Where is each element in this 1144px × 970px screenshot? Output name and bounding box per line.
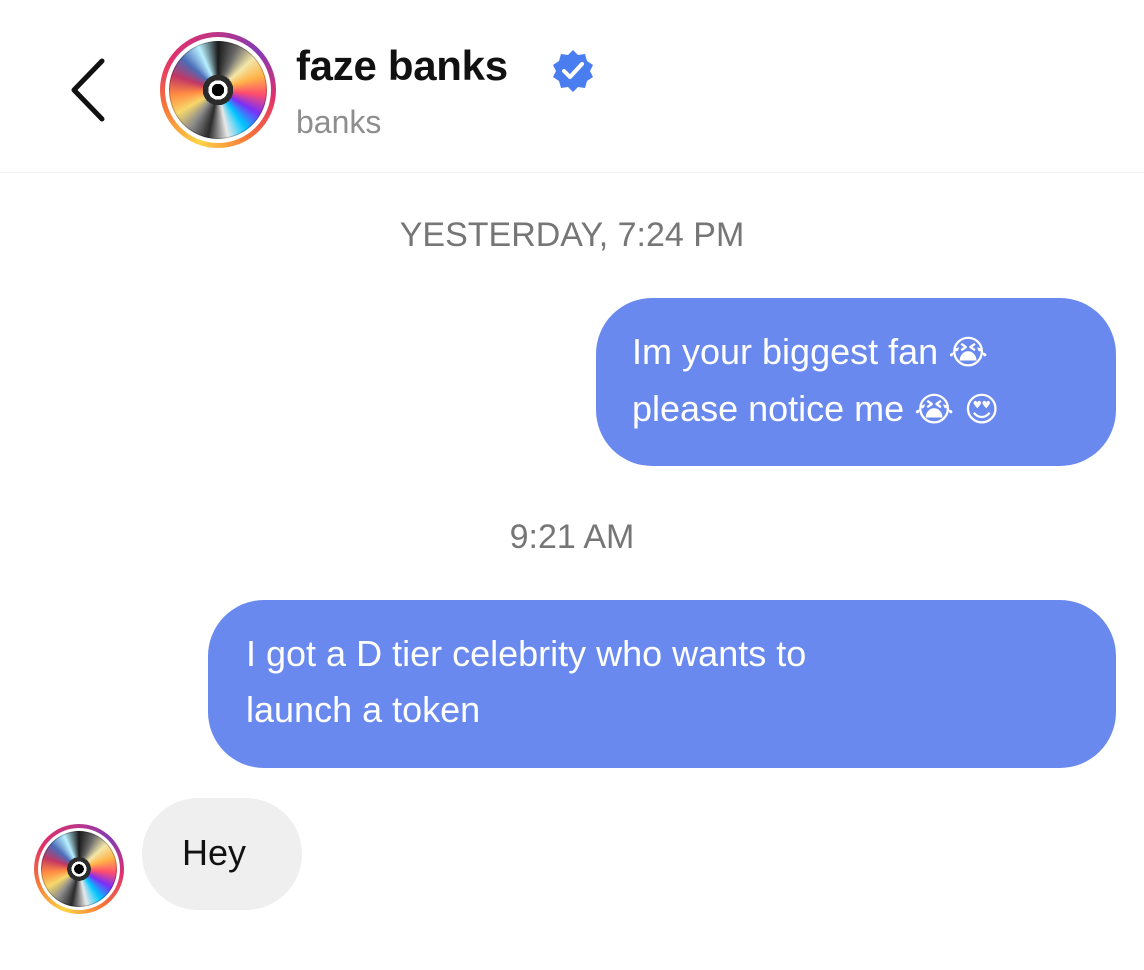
loudly-crying-emoji: 😭 [914, 390, 954, 430]
message-text: Im your biggest fan [632, 331, 939, 372]
sender-avatar[interactable] [34, 824, 124, 914]
incoming-message[interactable]: Hey [142, 798, 302, 910]
message-text: launch a token [246, 689, 481, 730]
chevron-left-icon [71, 58, 105, 122]
message-line: please notice me 😭 😍 [632, 381, 1080, 438]
dm-thread-screen: faze banks banks YESTERDAY, 7:24 PM Im y… [0, 0, 1144, 970]
back-button[interactable] [58, 50, 118, 130]
message-text: please notice me [632, 388, 905, 429]
outgoing-message[interactable]: Im your biggest fan 😭 please notice me 😭… [596, 298, 1116, 466]
display-name[interactable]: faze banks [296, 42, 508, 90]
timestamp: 9:21 AM [0, 518, 1144, 557]
heart-eyes-emoji: 😍 [963, 390, 1000, 430]
timestamp-label: 9:21 AM [509, 518, 635, 556]
message-text: I got a D tier celebrity who wants to [246, 633, 807, 674]
username: banks [296, 104, 382, 140]
timestamp: YESTERDAY, 7:24 PM [0, 216, 1144, 255]
conversation-header: faze banks banks [0, 0, 1144, 173]
outgoing-message[interactable]: I got a D tier celebrity who wants to la… [208, 600, 1116, 768]
message-line: Im your biggest fan 😭 [632, 324, 1080, 381]
profile-avatar[interactable] [160, 32, 276, 148]
cd-disc-image [169, 41, 267, 139]
verified-badge-icon [553, 50, 593, 92]
loudly-crying-emoji: 😭 [948, 333, 988, 373]
cd-disc-image [41, 831, 117, 907]
message-text: Hey [182, 832, 247, 873]
timestamp-label: YESTERDAY, 7:24 PM [399, 216, 745, 254]
